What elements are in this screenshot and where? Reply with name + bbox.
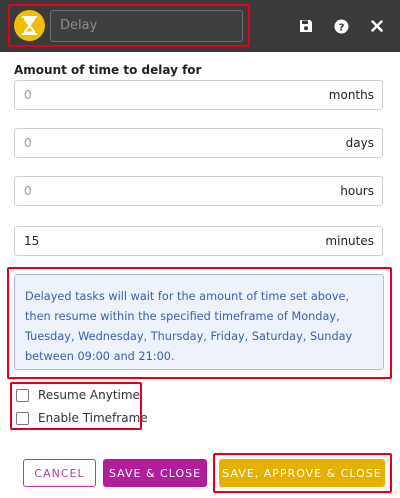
minutes-value: 15 xyxy=(24,234,40,248)
hours-unit: hours xyxy=(340,184,374,198)
days-unit: days xyxy=(345,136,374,150)
floppy-disk-icon xyxy=(300,20,312,32)
highlight-checkboxes xyxy=(10,382,142,430)
delay-amount-label: Amount of time to delay for xyxy=(14,63,202,77)
months-input[interactable]: 0 months xyxy=(14,80,383,110)
save-close-button[interactable]: SAVE & CLOSE xyxy=(103,459,207,487)
highlight-approve-button xyxy=(213,453,392,493)
close-icon-button[interactable] xyxy=(366,15,388,37)
months-value: 0 xyxy=(24,88,32,102)
minutes-unit: minutes xyxy=(325,234,374,248)
svg-text:?: ? xyxy=(338,22,344,33)
delay-task-dialog: Delay ? Amount of time to delay for 0 mo… xyxy=(0,0,400,498)
help-circle-icon: ? xyxy=(334,19,348,33)
help-icon-button[interactable]: ? xyxy=(330,15,352,37)
hours-input[interactable]: 0 hours xyxy=(14,176,383,206)
highlight-info-box xyxy=(7,267,392,379)
close-icon xyxy=(371,20,383,32)
highlight-title-area xyxy=(8,4,250,47)
months-unit: months xyxy=(328,88,374,102)
days-input[interactable]: 0 days xyxy=(14,128,383,158)
minutes-input[interactable]: 15 minutes xyxy=(14,226,383,256)
cancel-button[interactable]: CANCEL xyxy=(23,459,96,487)
days-value: 0 xyxy=(24,136,32,150)
hours-value: 0 xyxy=(24,184,32,198)
save-icon-button[interactable] xyxy=(295,15,317,37)
